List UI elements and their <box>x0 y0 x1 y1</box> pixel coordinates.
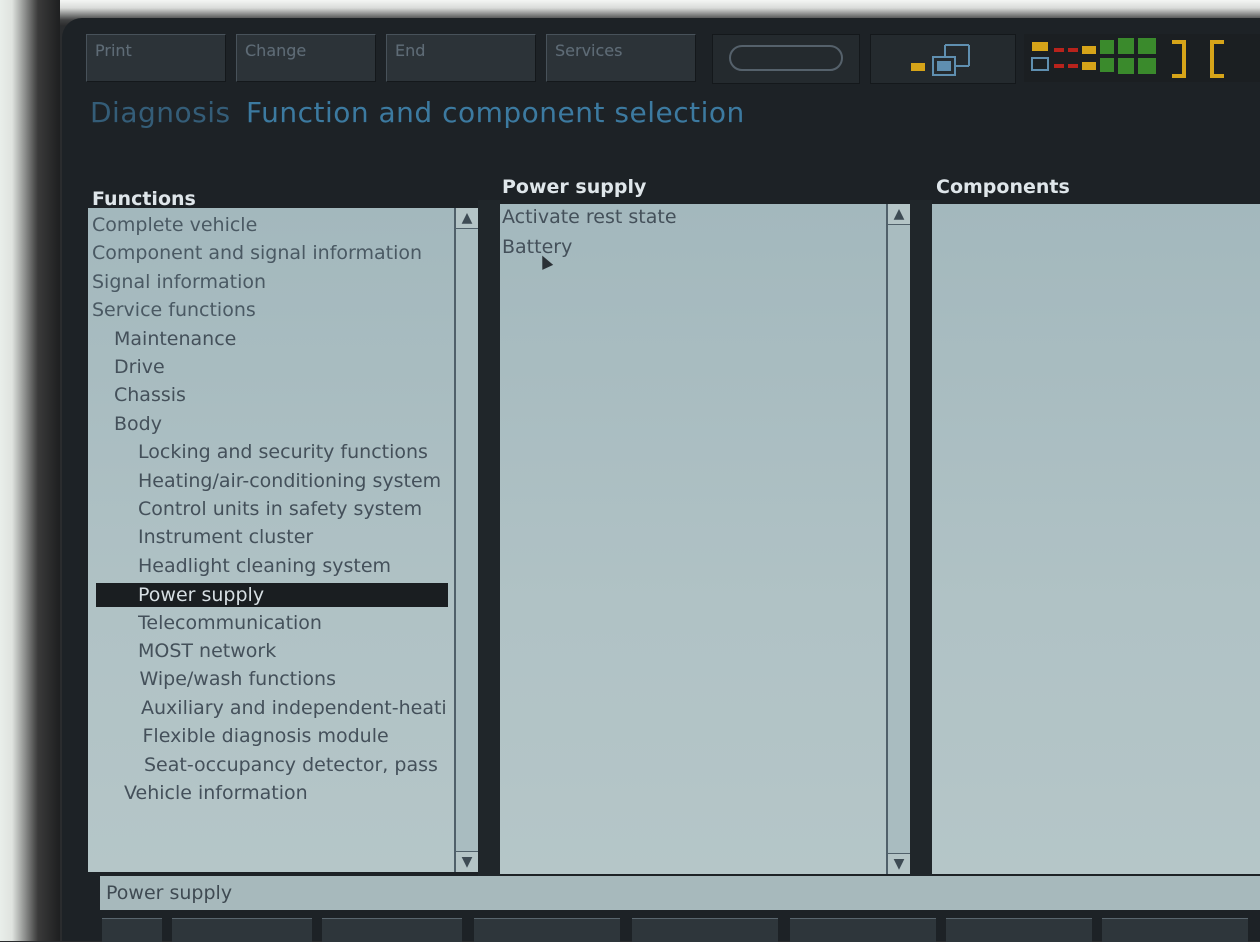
scroll-down-icon[interactable]: ▼ <box>888 853 910 874</box>
function-item[interactable]: Signal information <box>92 271 452 293</box>
power-supply-list[interactable] <box>500 204 888 874</box>
status-lights-icon <box>1031 38 1224 78</box>
function-item[interactable]: Locking and security functions <box>138 441 452 463</box>
change-label: Change <box>245 41 307 60</box>
photo-frame-left <box>0 0 60 941</box>
function-item[interactable]: Body <box>114 413 452 435</box>
function-item[interactable]: Instrument cluster <box>138 526 452 548</box>
function-item[interactable]: Heating/air-conditioning system <box>138 470 452 492</box>
power-supply-scrollbar[interactable]: ▲ ▼ <box>886 204 912 874</box>
bottom-button-6[interactable] <box>946 918 1092 942</box>
change-button[interactable]: Change <box>236 34 376 82</box>
scroll-down-icon[interactable]: ▼ <box>456 851 478 872</box>
function-item[interactable]: Auxiliary and independent-heati <box>141 697 452 719</box>
print-label: Print <box>95 41 132 60</box>
bottom-button-2[interactable] <box>322 918 462 942</box>
function-item[interactable]: Telecommunication <box>138 612 452 634</box>
services-button[interactable]: Services <box>546 34 696 82</box>
print-button[interactable]: Print <box>86 34 226 82</box>
status-text: Power supply <box>106 882 233 904</box>
function-item[interactable]: Flexible diagnosis module <box>143 725 453 747</box>
function-item[interactable]: Component and signal information <box>92 242 452 264</box>
end-button[interactable]: End <box>386 34 536 82</box>
oval-indicator-icon <box>729 45 843 71</box>
function-item[interactable]: Seat-occupancy detector, pass <box>144 754 452 776</box>
status-bar: Power supply <box>100 876 1260 910</box>
function-item[interactable]: Vehicle information <box>124 782 452 804</box>
section-title: Diagnosis <box>90 96 231 129</box>
panel-divider <box>910 200 932 876</box>
function-item[interactable]: Service functions <box>92 299 452 321</box>
page-title: Function and component selection <box>246 96 745 129</box>
bottom-button-3[interactable] <box>474 918 620 942</box>
bottom-button-7[interactable] <box>1102 918 1248 942</box>
functions-scrollbar[interactable]: ▲ ▼ <box>454 208 480 872</box>
system-status-indicator <box>1024 34 1260 82</box>
function-item[interactable]: Drive <box>114 356 452 378</box>
panel-divider <box>478 200 500 876</box>
list-item[interactable]: Activate rest state <box>502 206 677 228</box>
function-item[interactable]: Maintenance <box>114 328 452 350</box>
function-item-selected[interactable]: Power supply <box>96 583 448 608</box>
function-item[interactable]: Chassis <box>114 384 452 406</box>
input-field-button[interactable] <box>712 34 860 84</box>
function-item[interactable]: MOST network <box>138 640 452 662</box>
bottom-button-4[interactable] <box>632 918 778 942</box>
list-item[interactable]: Battery <box>502 236 572 258</box>
scroll-up-icon[interactable]: ▲ <box>456 208 478 229</box>
scroll-up-icon[interactable]: ▲ <box>888 204 910 225</box>
function-item[interactable]: Control units in safety system <box>138 498 452 520</box>
bottom-button-5[interactable] <box>790 918 936 942</box>
function-item[interactable]: Headlight cleaning system <box>138 555 452 577</box>
back-button[interactable] <box>102 918 162 942</box>
function-item[interactable]: Complete vehicle <box>92 214 452 236</box>
connection-button[interactable] <box>870 34 1016 84</box>
function-item[interactable]: Wipe/wash functions <box>140 668 453 690</box>
functions-header: Functions <box>92 188 196 210</box>
services-label: Services <box>555 41 623 60</box>
components-header: Components <box>936 176 1070 198</box>
bottom-button-1[interactable] <box>172 918 312 942</box>
end-label: End <box>395 41 426 60</box>
power-supply-header: Power supply <box>502 176 647 198</box>
vehicle-connection-icon <box>911 44 970 76</box>
components-list[interactable] <box>932 204 1260 874</box>
